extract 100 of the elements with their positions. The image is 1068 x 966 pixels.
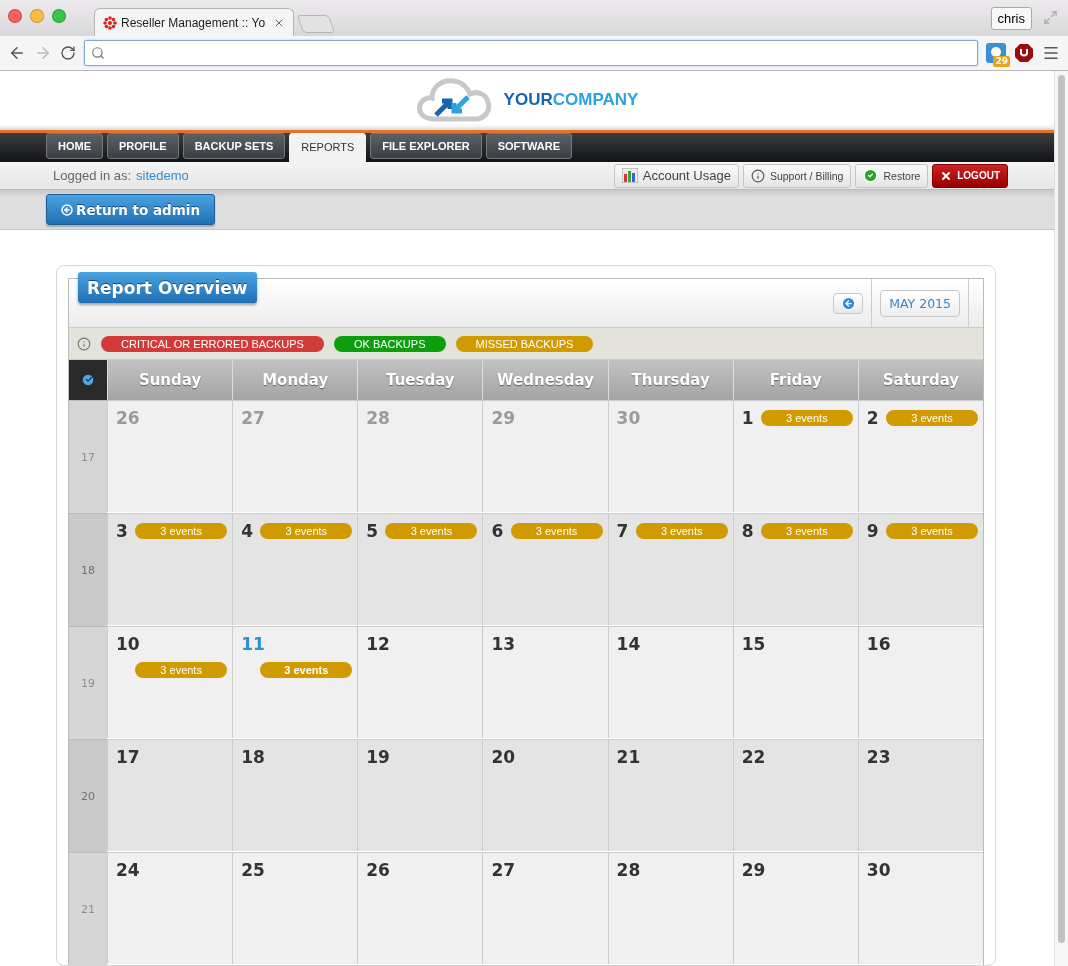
weekday-header: Monday [232, 360, 358, 400]
day-number: 10 [116, 633, 140, 655]
address-field[interactable] [84, 40, 978, 66]
bar-chart-icon [621, 168, 638, 184]
day-number: 27 [241, 407, 265, 429]
day-number: 29 [741, 859, 766, 881]
legend-tag: MISSED BACKUPS [455, 335, 594, 352]
day-number: 13 [491, 633, 516, 655]
day-number: 20 [491, 746, 516, 768]
search-icon [91, 46, 105, 60]
close-window-button[interactable] [8, 9, 22, 23]
menu-icon[interactable] [1042, 44, 1060, 62]
weekday-header: Tuesday [357, 360, 483, 400]
company-logo-text: YOURCOMPANY [503, 90, 639, 111]
day-number: 30 [866, 859, 891, 881]
action-button[interactable]: Account Usage [613, 163, 739, 188]
day-number: 18 [241, 746, 265, 768]
action-button[interactable]: Restore [855, 163, 929, 188]
events-badge[interactable]: 3 events [886, 410, 978, 426]
nav-tab[interactable]: PROFILE [107, 132, 179, 159]
nav-tab[interactable]: FILE EXPLORER [370, 132, 482, 159]
day-number: 7 [616, 520, 629, 542]
day-number: 25 [241, 859, 265, 881]
events-badge[interactable]: 3 events [635, 523, 728, 539]
fullscreen-icon[interactable] [1043, 10, 1058, 25]
day-number: 19 [366, 746, 390, 768]
events-badge[interactable]: 3 events [135, 523, 228, 539]
day-number: 15 [741, 633, 766, 655]
shield-icon[interactable] [1014, 43, 1034, 63]
nav-tab[interactable]: REPORTS [289, 132, 367, 162]
username-link[interactable]: sitedemo [136, 168, 189, 184]
day-number: 3 [116, 520, 128, 542]
check-icon [863, 168, 879, 184]
day-number: 11 [241, 633, 265, 655]
nav-tab[interactable]: HOME [46, 132, 103, 159]
profile-button[interactable]: chris [990, 7, 1032, 30]
day-number: 22 [741, 746, 766, 768]
weekday-header: Saturday [857, 360, 983, 400]
week-number: 18 [69, 513, 107, 626]
minimize-window-button[interactable] [30, 9, 44, 23]
day-number: 29 [491, 407, 516, 429]
day-number: 1 [741, 407, 754, 429]
day-number: 26 [366, 859, 390, 881]
forward-icon[interactable] [34, 44, 52, 62]
close-icon [940, 169, 953, 182]
report-title: Report Overview [78, 272, 257, 303]
legend-tag: OK BACKUPS [333, 335, 446, 352]
day-number: 6 [491, 520, 504, 542]
events-badge[interactable]: 3 events [760, 523, 853, 539]
day-number: 8 [741, 520, 754, 542]
nav-tab[interactable]: SOFTWARE [485, 132, 573, 159]
events-badge[interactable]: 3 events [260, 523, 353, 539]
extension-badge: 29 [993, 56, 1010, 67]
week-number: 21 [69, 852, 107, 965]
events-badge[interactable]: 3 events [260, 662, 353, 678]
day-number: 9 [866, 520, 879, 542]
check-icon [81, 373, 95, 387]
day-number: 28 [616, 859, 641, 881]
events-badge[interactable]: 3 events [760, 410, 853, 426]
weekday-header: Sunday [107, 360, 233, 400]
logout-button[interactable]: LOGOUT [932, 163, 1008, 188]
return-button[interactable]: Return to admin [46, 194, 216, 226]
nav-tab[interactable]: BACKUP SETS [182, 132, 286, 159]
previous-month-button[interactable] [833, 292, 864, 314]
scrollbar-thumb[interactable] [1058, 75, 1065, 943]
info-icon [77, 336, 91, 351]
legend-tag: CRITICAL OR ERRORED BACKUPS [101, 335, 324, 352]
weekday-header: Friday [732, 360, 858, 400]
browser-tab[interactable]: Reseller Management :: Yo [94, 8, 294, 36]
day-number: 2 [866, 407, 879, 429]
weekday-header: Thursday [607, 360, 733, 400]
action-button[interactable]: Support / Billing [742, 163, 852, 188]
day-number: 24 [116, 859, 140, 881]
back-icon[interactable] [8, 44, 26, 62]
week-number: 19 [69, 626, 107, 739]
flower-icon [103, 15, 117, 30]
day-number: 28 [366, 407, 390, 429]
events-badge[interactable]: 3 events [385, 523, 478, 539]
month-button[interactable]: MAY 2015 [880, 289, 960, 317]
info-icon [750, 168, 765, 183]
day-number: 23 [866, 746, 891, 768]
zoom-window-button[interactable] [52, 9, 66, 23]
day-number: 5 [366, 520, 379, 542]
day-number: 27 [491, 859, 516, 881]
week-number: 17 [69, 400, 107, 513]
day-number: 4 [241, 520, 253, 542]
day-number: 21 [616, 746, 641, 768]
events-badge[interactable]: 3 events [510, 523, 603, 539]
reload-icon[interactable] [60, 45, 76, 61]
day-number: 16 [866, 633, 891, 655]
day-number: 14 [616, 633, 641, 655]
week-number: 20 [69, 739, 107, 852]
day-number: 17 [116, 746, 140, 768]
logged-in-label: Logged in as: [53, 168, 132, 184]
day-number: 12 [366, 633, 390, 655]
day-number: 30 [616, 407, 641, 429]
day-number: 26 [116, 407, 140, 429]
events-badge[interactable]: 3 events [135, 662, 228, 678]
events-badge[interactable]: 3 events [886, 523, 978, 539]
weekday-header: Wednesday [482, 360, 608, 400]
